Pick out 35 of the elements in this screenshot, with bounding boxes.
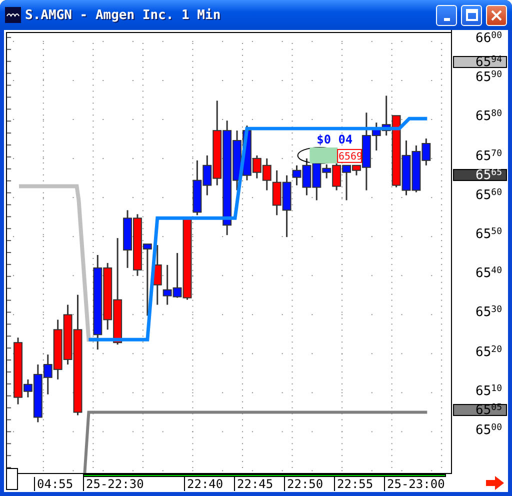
minimize-icon xyxy=(444,18,450,20)
price-label: 65$^{20}$ xyxy=(476,346,502,360)
price-label: 65$^{60}$ xyxy=(476,188,502,203)
price-label: 65$^{90}$ xyxy=(476,71,502,86)
time-label: 22:55 xyxy=(334,477,374,491)
price-label: 65$^{40}$ xyxy=(476,267,502,282)
change-annotation: $0 04 xyxy=(316,132,353,146)
scroll-thumb[interactable] xyxy=(6,468,18,490)
candlestick xyxy=(402,140,411,196)
maximize-icon xyxy=(466,9,478,21)
candlestick xyxy=(272,170,282,216)
close-button[interactable] xyxy=(486,4,507,26)
time-label: 25-22:30 xyxy=(83,477,144,491)
app-icon xyxy=(5,7,21,23)
time-label: 25-23:00 xyxy=(384,477,445,491)
price-label: 65$^{00}$ xyxy=(476,424,502,438)
price-label: 65$^{10}$ xyxy=(476,384,502,399)
price-label: 65$^{70}$ xyxy=(476,150,502,164)
price-label: 65$^{80}$ xyxy=(476,110,502,124)
minimize-button[interactable] xyxy=(436,4,457,26)
price-label: 66$^{00}$ xyxy=(476,32,502,46)
time-label: 04:55 xyxy=(34,477,74,491)
maximize-button[interactable] xyxy=(461,4,482,26)
candlestick xyxy=(192,160,202,216)
candlestick xyxy=(262,158,272,190)
time-label: 22:45 xyxy=(234,477,274,491)
arrow-icon[interactable] xyxy=(486,476,504,490)
close-icon xyxy=(491,10,502,20)
time-label: 22:40 xyxy=(184,477,224,491)
window-title: S.AMGN - Amgen Inc. 1 Min xyxy=(25,8,222,22)
candlestick xyxy=(133,214,142,276)
price-label: 65$^{30}$ xyxy=(476,306,502,320)
time-label: 22:50 xyxy=(284,477,324,491)
price-label: 65$^{50}$ xyxy=(476,228,502,242)
highlight-box xyxy=(310,147,338,164)
